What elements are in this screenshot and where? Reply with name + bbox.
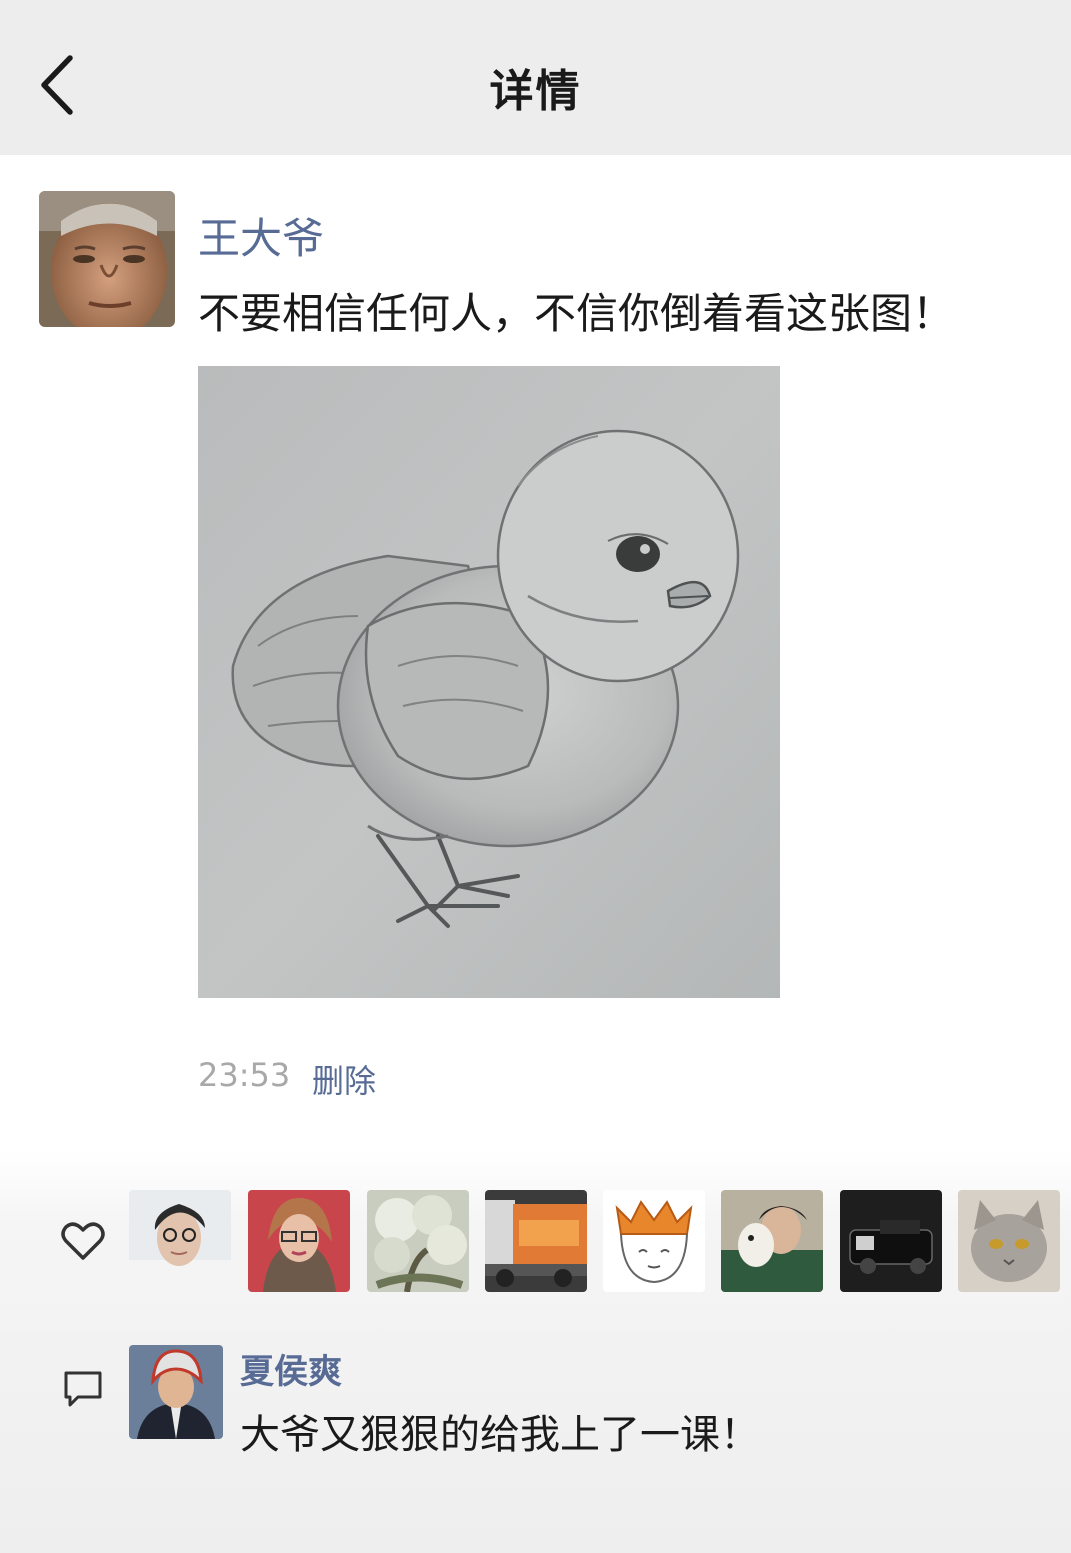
nav-bar: 详情 (0, 0, 1071, 155)
delete-link[interactable]: 删除 (312, 1056, 376, 1102)
like-avatar[interactable] (958, 1190, 1060, 1292)
post-timestamp: 23:53 (198, 1056, 291, 1094)
comment-icon (64, 1371, 102, 1407)
like-avatar[interactable] (129, 1190, 231, 1292)
like-avatar[interactable] (367, 1190, 469, 1292)
comment-author-avatar[interactable] (129, 1345, 223, 1439)
comment-author-name[interactable]: 夏侯爽 (240, 1344, 342, 1393)
like-avatar[interactable] (840, 1190, 942, 1292)
author-avatar[interactable] (39, 191, 175, 327)
page-title: 详情 (489, 66, 582, 117)
like-avatar[interactable] (485, 1190, 587, 1292)
like-avatar[interactable] (248, 1190, 350, 1292)
post-author-name[interactable]: 王大爷 (198, 205, 324, 266)
heart-icon (61, 1222, 105, 1260)
like-avatar[interactable] (603, 1190, 705, 1292)
post-text: 不要相信任何人，不信你倒着看这张图！ (198, 289, 955, 338)
comment-text[interactable]: 大爷又狠狠的给我上了一课！ (240, 1402, 760, 1460)
like-avatar[interactable] (721, 1190, 823, 1292)
post-image[interactable] (198, 366, 780, 998)
